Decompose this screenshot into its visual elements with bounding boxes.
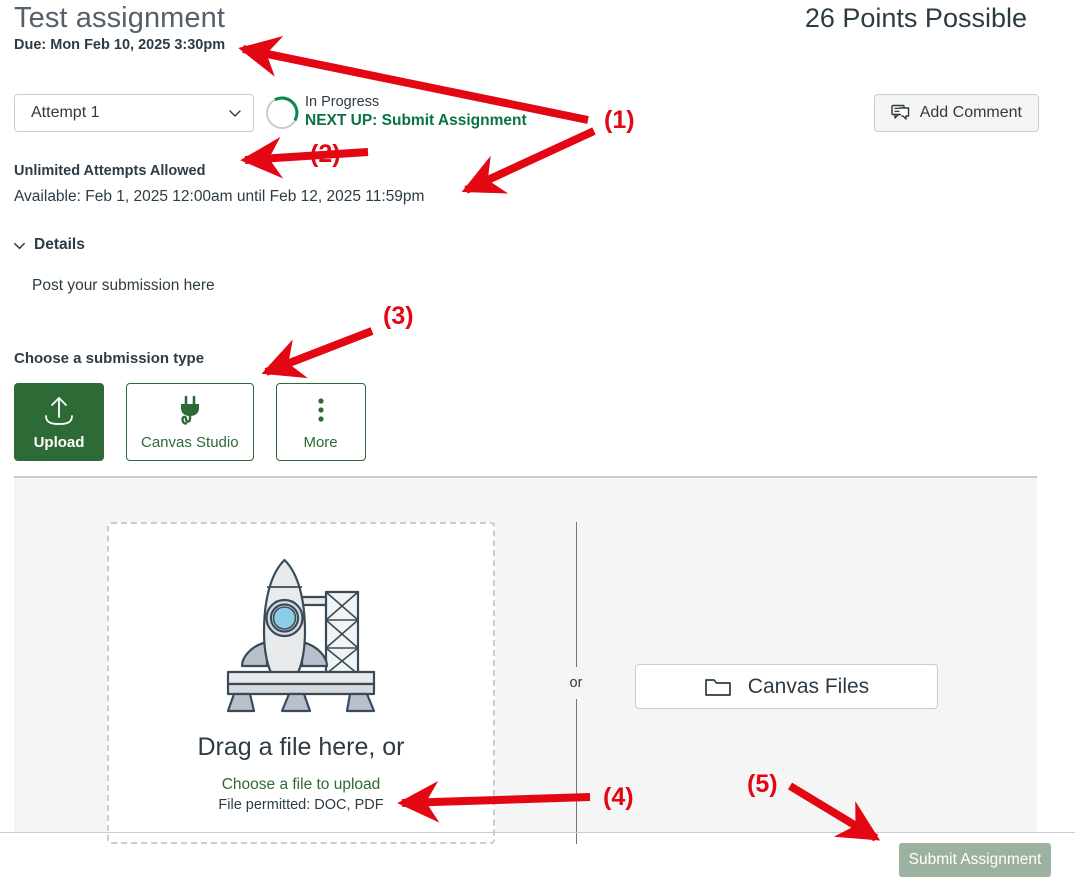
submission-type-upload-button[interactable]: Upload (14, 383, 104, 461)
details-body-text: Post your submission here (32, 277, 215, 294)
availability-text: Available: Feb 1, 2025 12:00am until Feb… (14, 188, 425, 205)
add-comment-label: Add Comment (919, 104, 1022, 121)
submission-type-more-button[interactable]: More (275, 383, 366, 461)
status-state-text: In Progress (305, 94, 380, 110)
annotation-label-3: (3) (383, 302, 414, 330)
or-label: or (569, 675, 583, 691)
annotation-arrow-1b (461, 127, 596, 194)
upload-panel: Drag a file here, or Choose a file to up… (14, 476, 1037, 844)
divider-line-top (575, 522, 577, 667)
page-title: Test assignment (14, 2, 226, 34)
divider-line-bottom (575, 699, 577, 844)
annotation-label-5: (5) (747, 770, 778, 798)
canvas-files-label: Canvas Files (747, 674, 870, 698)
attempt-select[interactable]: Attempt 1 (14, 94, 254, 132)
submission-type-canvas-studio-button[interactable]: Canvas Studio (126, 383, 254, 461)
footer-divider (0, 832, 1075, 833)
choose-file-link[interactable]: Choose a file to upload (222, 776, 381, 794)
annotation-arrow-2 (240, 136, 369, 179)
details-label: Details (34, 236, 85, 253)
annotation-label-1: (1) (604, 106, 635, 134)
upload-arrow-icon (45, 396, 73, 425)
file-dropzone[interactable]: Drag a file here, or Choose a file to up… (107, 522, 495, 844)
or-divider: or (561, 522, 591, 844)
choose-submission-type-label: Choose a submission type (14, 350, 205, 367)
chevron-down-icon (229, 110, 241, 117)
submit-assignment-button[interactable]: Submit Assignment (899, 843, 1051, 877)
comment-bubble-icon (891, 104, 909, 120)
plug-icon (180, 395, 199, 425)
chevron-down-icon (14, 242, 25, 249)
attempt-select-value: Attempt 1 (31, 104, 100, 121)
assignment-submission-page: Test assignment Due: Mon Feb 10, 2025 3:… (0, 0, 1075, 892)
points-possible-text: 26 Points Possible (804, 3, 1027, 33)
add-comment-button[interactable]: Add Comment (873, 94, 1039, 132)
rocket-launchpad-illustration (214, 554, 389, 719)
submission-status: In Progress NEXT UP: Submit Assignment (305, 93, 527, 131)
due-date-text: Due: Mon Feb 10, 2025 3:30pm (14, 37, 226, 53)
annotation-label-4: (4) (603, 783, 634, 811)
progress-ring-icon (266, 96, 299, 129)
status-next-up-text: NEXT UP: Submit Assignment (305, 112, 527, 130)
details-toggle[interactable]: Details (12, 236, 85, 254)
submission-type-upload-label: Upload (33, 433, 85, 451)
submission-type-button-group: Upload Canvas Studio More (14, 383, 366, 461)
attempts-allowed-text: Unlimited Attempts Allowed (14, 163, 206, 179)
drag-file-text: Drag a file here, or (197, 733, 405, 761)
submission-type-more-label: More (303, 433, 338, 451)
annotation-label-2: (2) (310, 140, 341, 168)
annotation-arrow-3 (261, 327, 374, 379)
folder-icon (704, 678, 731, 696)
submission-type-canvas-studio-label: Canvas Studio (141, 433, 239, 451)
file-permitted-text: File permitted: DOC, PDF (218, 797, 384, 813)
vertical-dots-icon (317, 397, 324, 422)
canvas-files-button[interactable]: Canvas Files (635, 664, 938, 709)
